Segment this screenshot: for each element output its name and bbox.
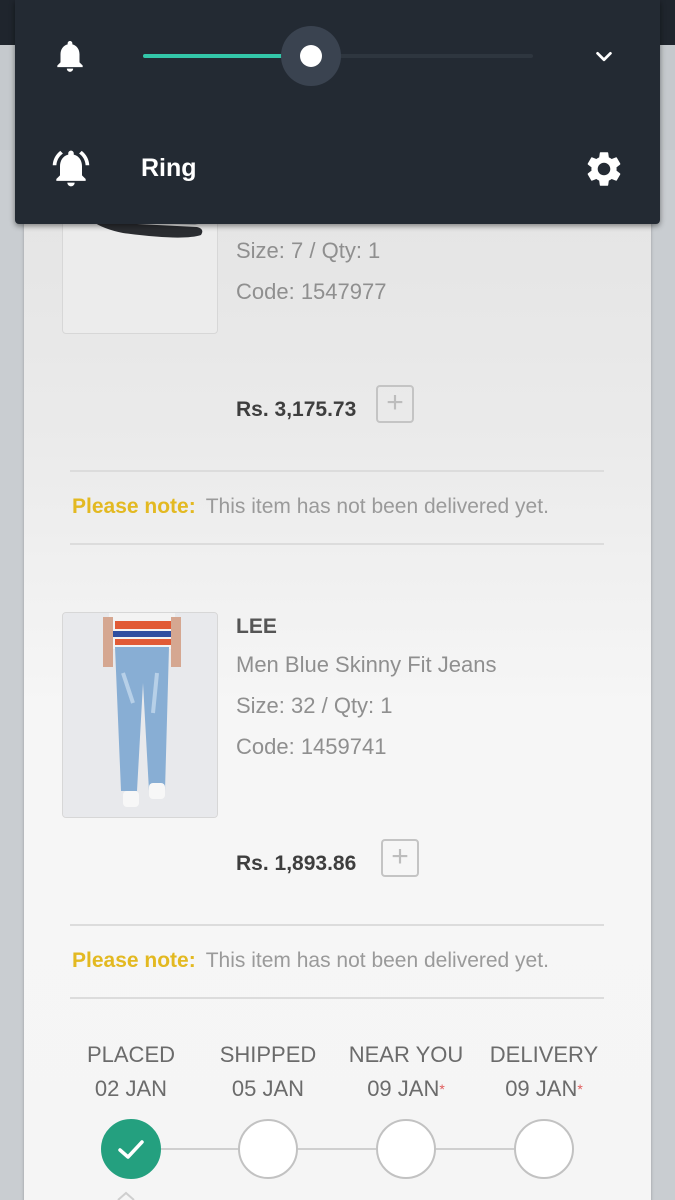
item-2-add-button[interactable]: + (381, 839, 419, 877)
step-label: SHIPPED (219, 1042, 317, 1067)
step-connector (161, 1148, 239, 1150)
note-text: This item has not been delivered yet. (205, 949, 549, 972)
item-1-size-qty: Size: 7 / Qty: 1 (236, 238, 381, 263)
note-text: This item has not been delivered yet. (205, 495, 549, 518)
step-near-you: NEAR YOU 09 JAN* (336, 1038, 476, 1106)
note-label: Please note: (72, 949, 196, 972)
step-placed: PLACED 02 JAN (61, 1038, 201, 1106)
divider (70, 470, 604, 472)
ring-mode-label: Ring (141, 154, 197, 182)
note-label: Please note: (72, 495, 196, 518)
step-connector (298, 1148, 376, 1150)
step-shipped: SHIPPED 05 JAN (198, 1038, 338, 1106)
step-placed-done-circle (101, 1119, 161, 1179)
step-near-you-circle (376, 1119, 436, 1179)
item-1-delivery-note: Please note: This item has not been deliv… (72, 495, 549, 519)
item-2-code: Code: 1459741 (236, 734, 387, 759)
item-2-name: Men Blue Skinny Fit Jeans (236, 652, 497, 677)
step-date: 05 JAN (231, 1076, 305, 1101)
step-label: DELIVERY (489, 1042, 599, 1067)
step-delivery: DELIVERY 09 JAN* (474, 1038, 614, 1106)
caret-up-icon (117, 1191, 135, 1200)
item-2-price: Rs. 1,893.86 (236, 852, 357, 875)
step-delivery-circle (514, 1119, 574, 1179)
item-2-size-qty: Size: 32 / Qty: 1 (236, 693, 393, 718)
item-1-add-button[interactable]: + (376, 385, 414, 423)
item-1-price: Rs. 3,175.73 (236, 398, 357, 421)
divider (70, 997, 604, 999)
product-image-jeans[interactable] (62, 612, 218, 818)
step-connector (436, 1148, 514, 1150)
volume-panel: Ring (15, 0, 660, 224)
bell-icon[interactable] (51, 36, 89, 76)
step-shipped-circle (238, 1119, 298, 1179)
step-label: NEAR YOU (348, 1042, 464, 1067)
item-2-delivery-note: Please note: This item has not been deliv… (72, 949, 549, 973)
divider (70, 543, 604, 545)
item-1-code: Code: 1547977 (236, 279, 387, 304)
item-2-brand: LEE (236, 615, 277, 638)
step-label: PLACED (86, 1042, 176, 1067)
gear-icon[interactable] (583, 148, 625, 190)
divider (70, 924, 604, 926)
volume-slider-thumb[interactable] (299, 45, 322, 67)
step-date: 02 JAN (94, 1076, 168, 1101)
checkmark-icon (118, 1140, 144, 1159)
step-date: 09 JAN* (505, 1076, 583, 1101)
step-date: 09 JAN* (367, 1076, 445, 1101)
ringing-bell-icon[interactable] (49, 146, 93, 190)
chevron-down-icon[interactable] (593, 46, 615, 68)
